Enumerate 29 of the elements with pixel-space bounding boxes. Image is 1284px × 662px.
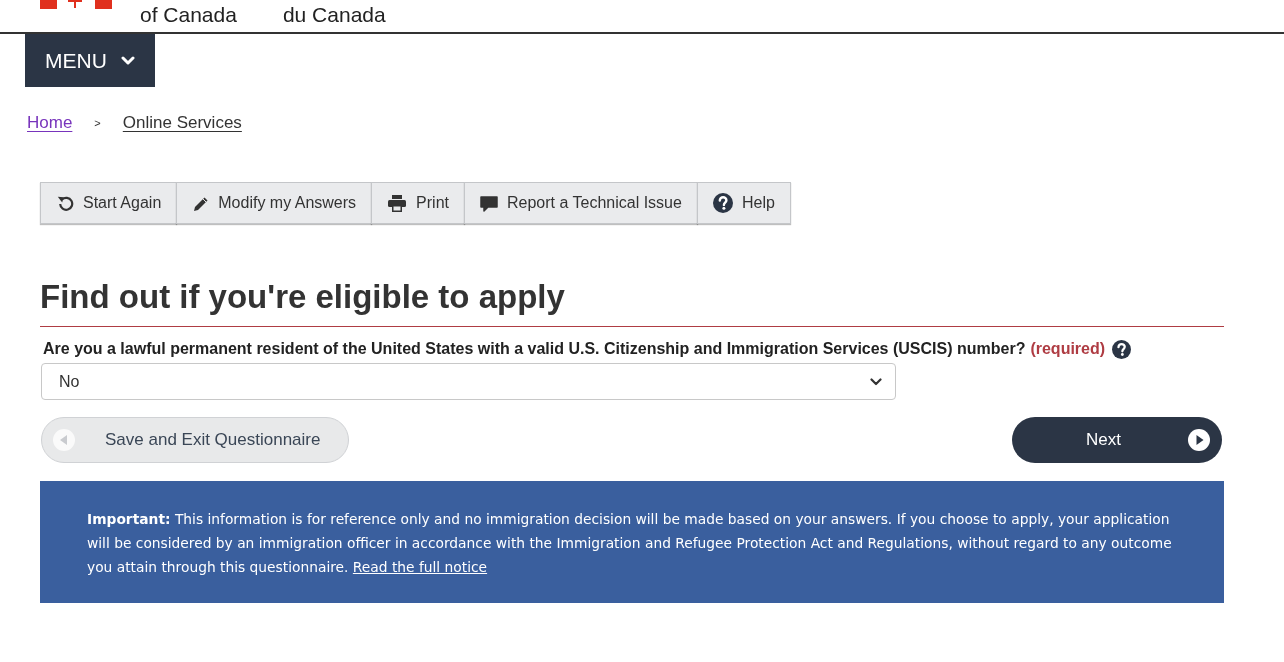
notice-text: Important: This information is for reference only and no immigration decision will be made based on your answers. If you choose to apply, your application will be considered by an immigration officer in accordance with the Immigration and Refugee Protection Act and Regulations, without regard to any outcome you attain through this questionnaire. Read the full notice (87, 510, 1173, 577)
toolbar-button[interactable]: Start Again (40, 182, 178, 224)
chevron-down-icon (120, 56, 135, 65)
toolbar-button[interactable]: Modify my Answers (176, 182, 373, 224)
signature-text: du Canada (282, 3, 386, 27)
toolbar-button[interactable]: Print (371, 182, 465, 224)
back-circle-icon (53, 429, 75, 451)
breadcrumb-link[interactable]: Online Services (122, 110, 242, 136)
notice-link[interactable]: Read the full notice (352, 559, 488, 575)
flag-icon (40, 0, 112, 10)
signature-text: of Canada (140, 3, 237, 27)
toolbar-button[interactable]: Help (696, 182, 791, 224)
save-exit-button[interactable]: Save and Exit Questionnaire (41, 417, 349, 463)
help-icon (1112, 339, 1132, 359)
dropdown-field[interactable]: No (41, 363, 896, 400)
printer-icon (387, 194, 408, 212)
toolbar-button[interactable]: Report a Technical Issue (464, 182, 698, 224)
undo-icon (56, 194, 74, 212)
question-label: Are you a lawful permanent resident of the United States with a valid U.S. Citizenship and Immigration Services (USCIS) number? (43, 339, 1026, 359)
required-marker: (required) (1030, 339, 1106, 359)
breadcrumb-link[interactable]: Home (27, 110, 73, 136)
breadcrumb-separator: > (94, 115, 101, 131)
next-button[interactable]: Next (1012, 417, 1222, 463)
chevron-down-icon (870, 377, 882, 386)
menu-button[interactable]: MENU (25, 34, 155, 87)
speech-bubble-icon (480, 194, 498, 212)
page-heading: Find out if you're eligible to apply (40, 274, 1224, 327)
play-circle-icon (1188, 429, 1210, 451)
help-icon (712, 193, 733, 213)
